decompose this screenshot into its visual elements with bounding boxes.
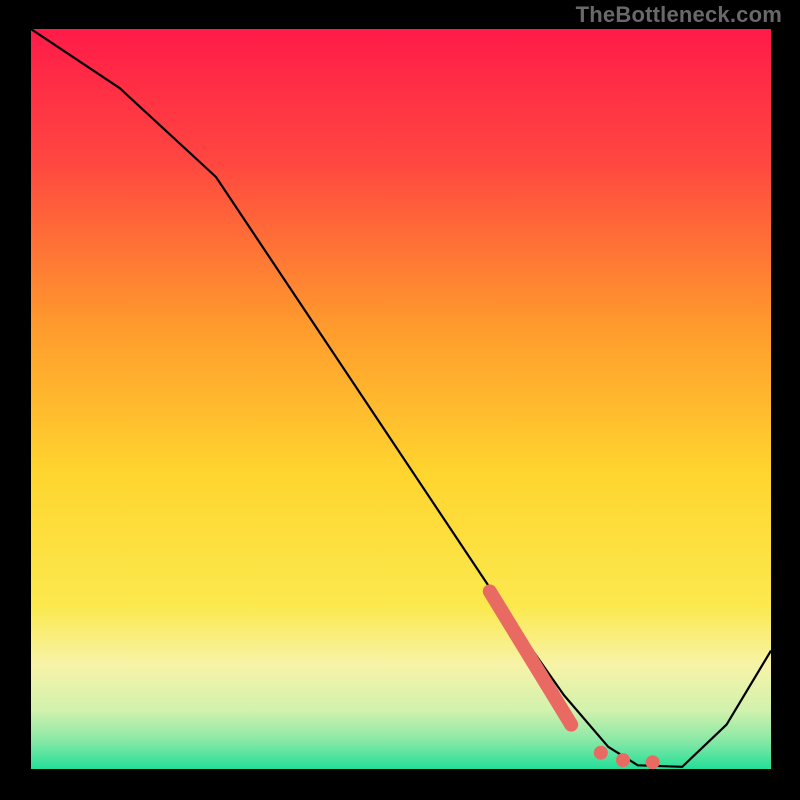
bottleneck-chart xyxy=(31,29,771,769)
chart-container: TheBottleneck.com xyxy=(0,0,800,800)
highlight-dot xyxy=(646,755,660,769)
gradient-background xyxy=(31,29,771,769)
watermark-text: TheBottleneck.com xyxy=(576,2,782,28)
highlight-dot xyxy=(616,753,630,767)
highlight-dot xyxy=(594,746,608,760)
